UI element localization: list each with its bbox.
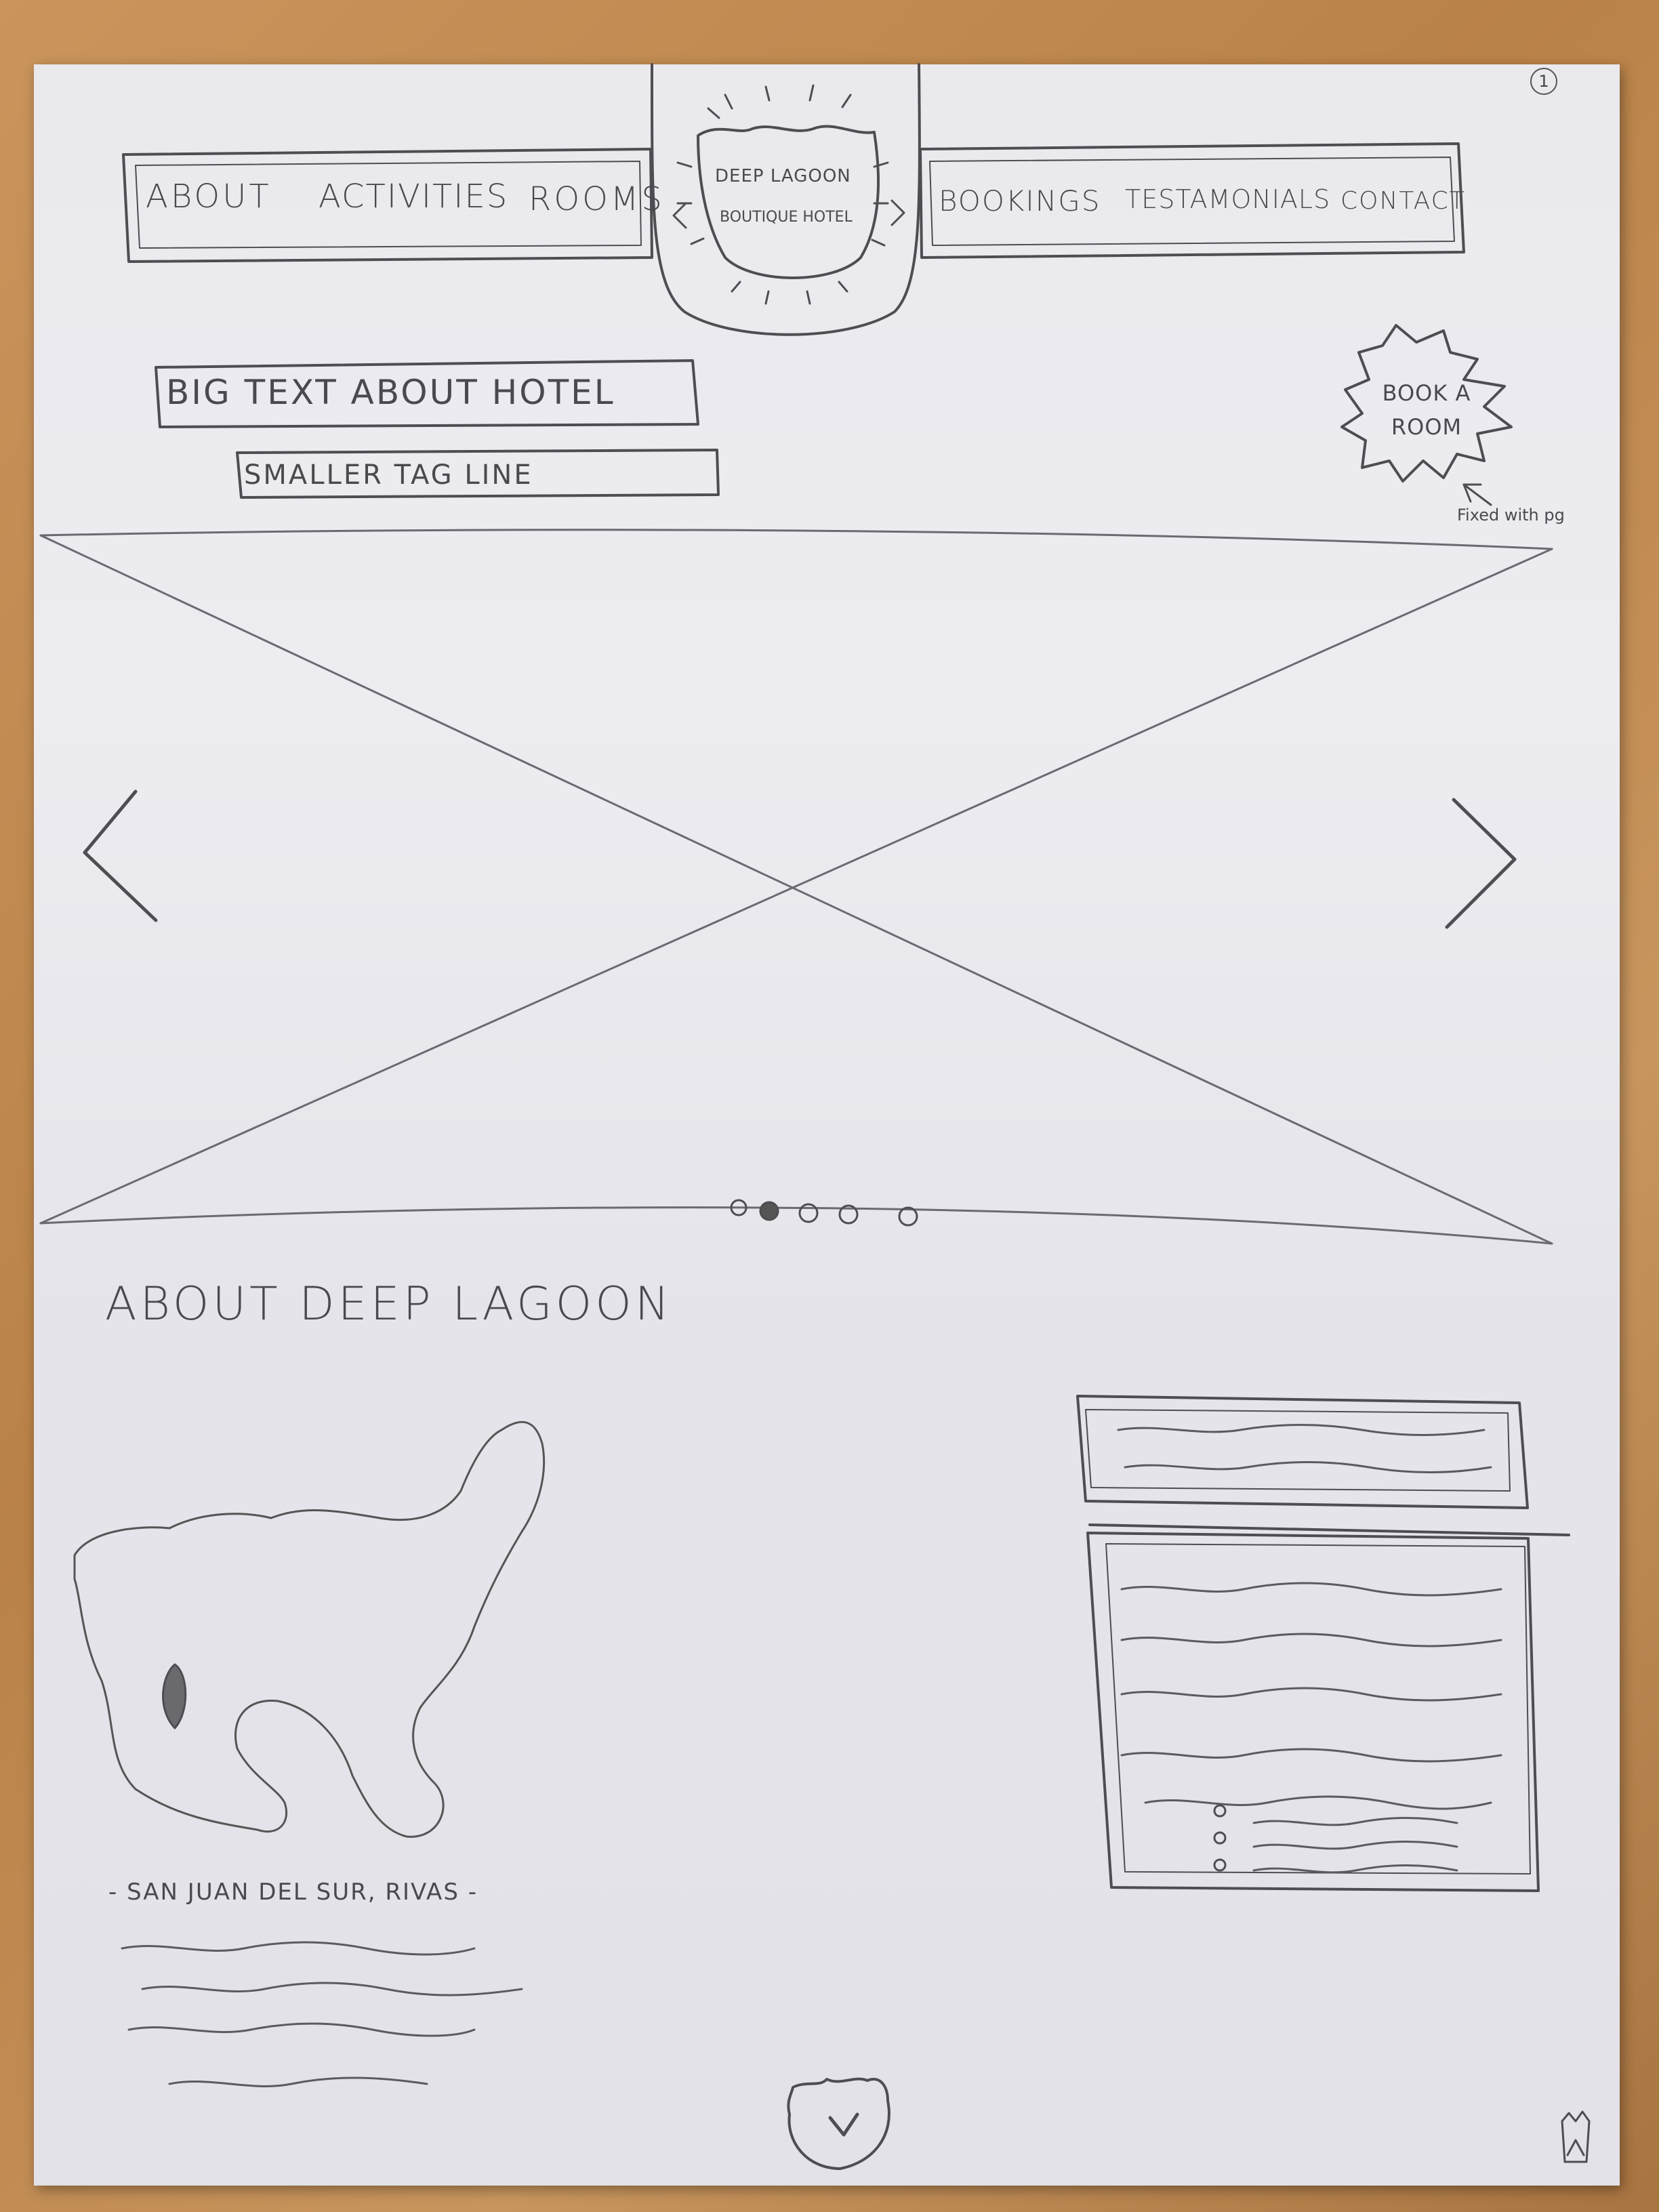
hero-headline: Big text about hotel [166,373,615,412]
fixed-note-arrow [1462,483,1492,506]
hero-image-placeholder [39,529,1553,1245]
location-text-lines [121,1941,523,2087]
panel-bullets [1213,1804,1227,1872]
nav-item-bookings[interactable]: Bookings [939,184,1101,218]
panel-text-lines [1117,1424,1502,1874]
nav-item-contact[interactable]: Contact [1340,187,1466,215]
nav-item-rooms[interactable]: Rooms [529,180,665,218]
location-pin [162,1663,187,1729]
logo-shape [650,63,921,336]
carousel-prev-arrow[interactable] [83,790,158,922]
hero-tagline: Smaller tag line [244,459,533,491]
carousel-dot-3 [798,1203,819,1223]
carousel-next-arrow[interactable] [1445,798,1517,929]
nav-item-testamonials[interactable]: Testamonials [1125,184,1330,214]
logo-line-1[interactable]: Deep Lagoon [715,166,851,186]
carousel-dots [730,1199,918,1227]
fixed-note: Fixed with pg [1457,506,1565,525]
about-location: - San Juan Del Sur, Rivas - [108,1879,478,1906]
back-to-top-badge[interactable] [1561,2110,1591,2163]
carousel-dot-2 [759,1201,779,1221]
logo-line-2[interactable]: Boutique Hotel [720,209,853,226]
scroll-down-badge[interactable] [787,2077,890,2170]
book-room-button[interactable]: Book A Room [1369,376,1484,444]
region-map [73,1420,546,1838]
about-heading: About Deep Lagoon [105,1277,673,1331]
nav-item-about[interactable]: About [146,178,272,216]
about-side-panels [1076,1395,1570,1892]
nav-item-activities[interactable]: Activities [319,178,508,216]
